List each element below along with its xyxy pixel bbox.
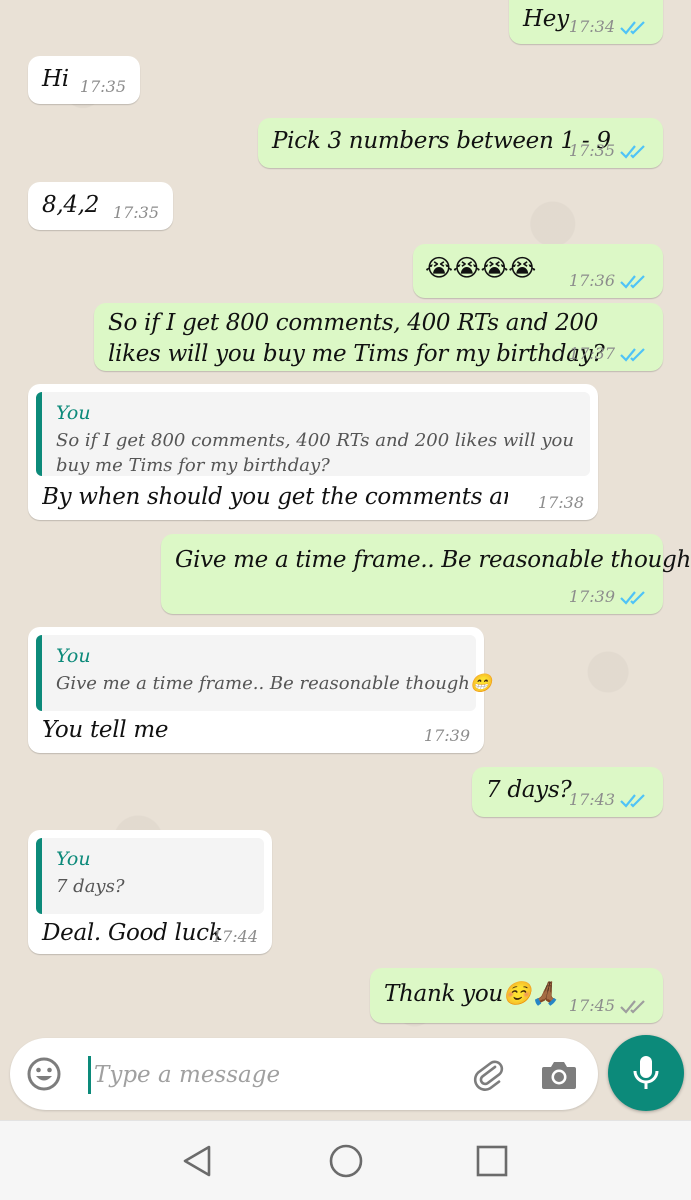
quote-author: You (56, 645, 91, 667)
double-check-delivered-icon (620, 999, 645, 1014)
quote-author: You (56, 848, 91, 870)
quote-text: Give me a time frame.. Be reasonable tho… (56, 673, 493, 694)
home-circle-icon[interactable] (326, 1141, 366, 1181)
message-meta: 17:39 (569, 587, 649, 606)
message-time: 17:38 (537, 493, 584, 512)
double-check-read-icon (620, 274, 645, 289)
message-time: 17:34 (568, 17, 615, 36)
double-check-read-icon (620, 347, 645, 362)
message-meta: 17:45 (569, 996, 649, 1015)
back-triangle-icon[interactable] (178, 1141, 218, 1181)
message-meta: 17:34 (569, 17, 649, 36)
message-incoming[interactable]: 8,4,2 17:35 (28, 182, 173, 230)
message-text: Thank you☺️🙏🏾 (384, 981, 560, 1007)
message-incoming-reply[interactable]: You So if I get 800 comments, 400 RTs an… (28, 384, 598, 520)
message-incoming-reply[interactable]: You 7 days? Deal. Good luck 17:44 (28, 830, 272, 954)
message-text: 😭😭😭😭 (425, 254, 536, 282)
system-navigation-bar (0, 1120, 691, 1200)
chat-area[interactable]: Hey 17:34 Hi 17:35 Pick 3 numbers betwee… (0, 0, 691, 1120)
message-meta: 17:35 (569, 141, 649, 160)
message-text: Deal. Good luck (42, 920, 223, 946)
message-meta: 17:36 (569, 271, 649, 290)
message-time: 17:35 (112, 203, 159, 222)
message-incoming[interactable]: Hi 17:35 (28, 56, 140, 104)
double-check-read-icon (620, 144, 645, 159)
message-outgoing[interactable]: Give me a time frame.. Be reasonable tho… (161, 534, 691, 614)
message-time: 17:37 (568, 344, 615, 363)
microphone-icon (633, 1056, 659, 1089)
message-meta: 17:43 (569, 790, 649, 809)
quoted-message[interactable]: You 7 days? (36, 838, 264, 914)
message-time: 17:39 (568, 587, 615, 606)
double-check-read-icon (620, 793, 645, 808)
message-meta: 17:39 (424, 726, 470, 745)
message-time: 17:35 (79, 77, 126, 96)
message-text: Give me a time frame.. Be reasonable tho… (175, 547, 691, 573)
paperclip-icon[interactable] (470, 1056, 506, 1092)
message-meta: 17:35 (80, 77, 126, 96)
message-incoming-reply[interactable]: You Give me a time frame.. Be reasonable… (28, 627, 493, 753)
message-outgoing[interactable]: 😭😭😭😭 17:36 (413, 244, 663, 298)
message-text: 8,4,2 (42, 192, 100, 218)
message-time: 17:44 (211, 927, 258, 946)
message-outgoing[interactable]: 7 days? 17:43 (472, 767, 663, 817)
message-meta: 17:35 (113, 203, 159, 222)
quoted-message[interactable]: You Give me a time frame.. Be reasonable… (36, 635, 493, 711)
message-text: You tell me (42, 717, 169, 743)
double-check-read-icon (620, 20, 645, 35)
quoted-message[interactable]: You So if I get 800 comments, 400 RTs an… (36, 392, 590, 476)
message-input[interactable] (88, 1056, 448, 1094)
message-text: By when should you get the comments and … (42, 484, 508, 510)
message-time: 17:36 (568, 271, 615, 290)
quote-text: So if I get 800 comments, 400 RTs and 20… (56, 430, 574, 476)
quote-author: You (56, 402, 91, 424)
message-outgoing[interactable]: Pick 3 numbers between 1 - 9 17:35 (258, 118, 663, 168)
message-meta: 17:44 (212, 927, 258, 946)
quote-text: 7 days? (56, 876, 125, 897)
double-check-read-icon (620, 590, 645, 605)
voice-record-button[interactable] (608, 1035, 684, 1111)
message-composer (10, 1038, 598, 1110)
message-text: 7 days? (486, 777, 572, 803)
message-text: So if I get 800 comments, 400 RTs and 20… (108, 310, 605, 367)
message-time: 17:43 (568, 790, 615, 809)
message-text: Hey (523, 6, 569, 32)
message-time: 17:39 (423, 726, 470, 745)
message-text: Pick 3 numbers between 1 - 9 (272, 128, 611, 154)
message-meta: 17:37 (569, 344, 649, 363)
message-meta: 17:38 (538, 493, 584, 512)
message-outgoing[interactable]: Thank you☺️🙏🏾 17:45 (370, 968, 663, 1023)
message-text: Hi (42, 66, 69, 92)
camera-icon[interactable] (540, 1058, 578, 1092)
recents-square-icon[interactable] (472, 1141, 512, 1181)
smiley-icon[interactable] (26, 1056, 62, 1092)
message-time: 17:45 (568, 996, 615, 1015)
message-outgoing[interactable]: So if I get 800 comments, 400 RTs and 20… (94, 303, 663, 371)
message-time: 17:35 (568, 141, 615, 160)
message-outgoing[interactable]: Hey 17:34 (509, 0, 663, 44)
